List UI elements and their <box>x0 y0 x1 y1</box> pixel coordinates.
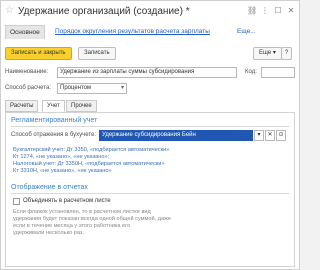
reflect-method-field[interactable]: Удержание субсидирования Бейн <box>99 130 253 141</box>
accounting-panel: Регламентированный учет Способ отражения… <box>5 112 295 267</box>
calc-method-label: Способ расчета: <box>5 85 51 91</box>
more-menu-button[interactable]: Еще ▾ <box>253 47 282 60</box>
close-window-icon[interactable]: ✕ <box>286 6 296 16</box>
open-link-icon[interactable]: ⊙ <box>276 130 286 141</box>
reports-description-line: Если флажок установлен, то в расчетном л… <box>13 209 151 215</box>
form-sections-bar: Основное Порядок округления результатов … <box>1 24 299 40</box>
code-field[interactable] <box>261 67 295 78</box>
link-icon[interactable]: ⛓ <box>247 6 257 16</box>
tab-other[interactable]: Прочее <box>66 100 97 112</box>
tab-main[interactable]: Основное <box>5 25 45 39</box>
chevron-down-icon[interactable]: ▾ <box>121 84 124 91</box>
dropdown-button[interactable]: ▾ <box>254 130 264 141</box>
accounting-note-line: Налоговый учет: Дт 3350Н, «подбирается а… <box>13 161 165 167</box>
tab-accounting[interactable]: Учет <box>42 100 65 112</box>
section-divider <box>11 126 289 127</box>
reports-description-line: если в течение месяца у этого работника … <box>13 223 131 229</box>
save-and-close-button[interactable]: Записать и закрыть <box>5 47 72 60</box>
combine-checkbox-label[interactable]: Объединять в расчетном листе <box>23 198 111 204</box>
name-field[interactable]: Удержание из зарплаты суммы субсидирован… <box>57 67 237 78</box>
command-bar: Записать и закрыть Записать Еще ▾ ? <box>1 45 299 63</box>
accounting-note-line: Бухгалтерский учет: Дт 3350, «подбираетс… <box>13 147 170 153</box>
accounting-note-line: Кт 1274, «не указано», «не указано»; <box>13 154 110 160</box>
form-window: ☆ Удержание организаций (создание) * ⛓ ⋮… <box>0 0 300 270</box>
name-label: Наименование: <box>5 69 49 75</box>
tab-rounding-order[interactable]: Порядок округления результатов расчета з… <box>55 25 210 39</box>
title-bar: ☆ Удержание организаций (создание) * ⛓ ⋮… <box>1 1 299 23</box>
section-divider <box>11 193 289 194</box>
combine-checkbox[interactable] <box>13 198 20 205</box>
tab-calculations[interactable]: Расчеты <box>5 100 39 112</box>
help-button[interactable]: ? <box>281 47 293 60</box>
more-actions-icon[interactable]: ⋮ <box>260 6 270 16</box>
tabs-more-link[interactable]: Еще... <box>237 25 256 39</box>
calc-method-row: Способ расчета: Процентом ▾ <box>5 83 295 95</box>
reflect-method-label: Способ отражения в бухучете: <box>11 132 97 138</box>
name-row: Наименование: Удержание из зарплаты сумм… <box>5 67 295 79</box>
accounting-note-line: Кт 3310Н, «не указано», «не указано» <box>13 168 112 174</box>
code-label: Код: <box>245 69 257 75</box>
favorite-star-icon[interactable]: ☆ <box>5 6 14 16</box>
reglament-section-title: Регламентированный учет <box>11 117 98 124</box>
calc-method-value: Процентом <box>60 85 92 91</box>
restore-window-icon[interactable]: ☐ <box>273 6 283 16</box>
reports-description-line: удерживали несколько раз. <box>13 230 85 236</box>
reports-description-line: удержания будет показан всегда одной общ… <box>13 216 171 222</box>
calc-method-select[interactable]: Процентом <box>57 83 127 94</box>
save-button[interactable]: Записать <box>78 47 116 60</box>
clear-icon[interactable]: ✕ <box>265 130 275 141</box>
window-title: Удержание организаций (создание) * <box>18 6 190 17</box>
reports-section-title: Отображение в отчетах <box>11 184 88 191</box>
